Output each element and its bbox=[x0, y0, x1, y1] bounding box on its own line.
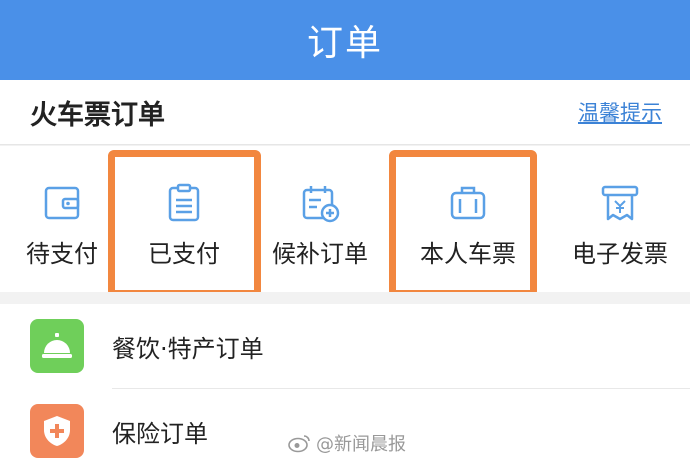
tile-my-tickets[interactable]: 本人车票 bbox=[410, 146, 526, 292]
tile-label: 待支付 bbox=[26, 240, 98, 268]
wallet-icon bbox=[44, 186, 80, 220]
tile-label: 候补订单 bbox=[272, 240, 368, 268]
weibo-icon bbox=[288, 435, 310, 453]
tile-paid[interactable]: 已支付 bbox=[134, 146, 234, 292]
service-bell-icon bbox=[30, 319, 84, 373]
item-label: 保险订单 bbox=[112, 419, 208, 448]
watermark-text: @新闻晨报 bbox=[316, 434, 406, 455]
list-item-catering-orders[interactable]: 餐饮·特产订单 bbox=[0, 304, 690, 389]
tile-pending-payment[interactable]: 待支付 bbox=[12, 146, 112, 292]
receipt-icon bbox=[601, 185, 639, 221]
tile-label: 已支付 bbox=[148, 240, 220, 268]
app-header: 订单 bbox=[0, 0, 690, 80]
tile-label: 电子发票 bbox=[572, 240, 668, 268]
train-orders-header: 火车票订单 温馨提示 bbox=[0, 80, 690, 145]
section-gap bbox=[0, 292, 690, 304]
calendar-add-icon bbox=[302, 186, 340, 223]
order-category-tiles: 待支付 已支付 候补订单 本人车票 电子发票 bbox=[0, 146, 690, 292]
tile-label: 本人车票 bbox=[420, 240, 516, 268]
shield-plus-icon bbox=[30, 404, 84, 458]
luggage-icon bbox=[450, 186, 486, 220]
weibo-watermark: @新闻晨报 bbox=[288, 430, 406, 456]
item-label: 餐饮·特产订单 bbox=[112, 334, 264, 363]
tile-waitlist-orders[interactable]: 候补订单 bbox=[262, 146, 378, 292]
tile-e-invoice[interactable]: 电子发票 bbox=[562, 146, 678, 292]
clipboard-icon bbox=[168, 183, 200, 222]
section-title: 火车票订单 bbox=[30, 99, 165, 131]
tips-link[interactable]: 温馨提示 bbox=[578, 97, 662, 127]
page-title: 订单 bbox=[306, 23, 383, 64]
